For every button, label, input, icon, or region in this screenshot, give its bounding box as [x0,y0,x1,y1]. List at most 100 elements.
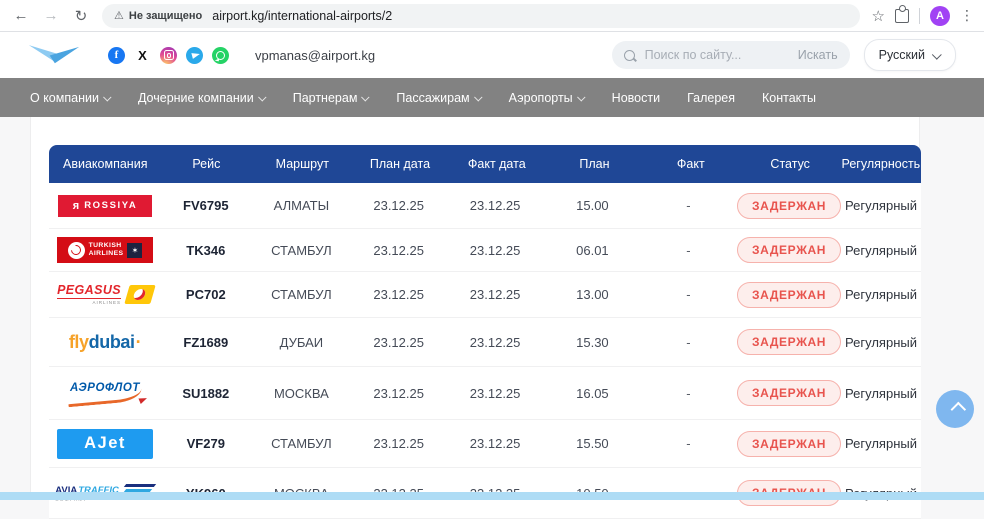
rossiya-logo: ᴙ ROSSIYA [58,195,152,217]
security-label: Не защищено [129,10,202,22]
regularity: Регулярный [841,287,921,302]
turkish-star-badge [127,243,142,258]
status-badge: ЗАДЕРЖАН [737,380,841,406]
fact-time: - [640,287,737,302]
pegasus-word: PEGASUS [57,284,121,299]
fact-date: 23.12.25 [445,243,545,258]
language-selector[interactable]: Русский [864,39,956,71]
airline-logo: АЭРОФЛОТ [49,382,161,404]
flight-number: PC702 [161,287,250,302]
main-navigation: О компании Дочерние компании Партнерам Пасс… [0,78,984,117]
nav-item-5[interactable]: Аэропорты [509,91,585,105]
route: ДУБАИ [251,335,353,350]
nav-item-4[interactable]: Пассажирам [396,91,481,105]
rossiya-mark: ᴙ [73,200,79,212]
back-icon[interactable]: ← [8,3,34,29]
search-submit-button[interactable]: Искать [790,48,838,62]
column-header-5: Факт дата [447,157,547,171]
whatsapp-icon[interactable] [212,47,229,64]
pegasus-wordmark: PEGASUSAIRLINES [57,284,121,305]
nav-item-6[interactable]: Новости [612,91,660,105]
nav-item-label: Пассажирам [396,91,469,105]
profile-avatar[interactable]: A [930,6,950,26]
plan-date: 23.12.25 [352,335,445,350]
flight-number: SU1882 [161,386,250,401]
fact-date: 23.12.25 [445,335,545,350]
airline-logo: ᴙ ROSSIYA [49,195,161,217]
turkish-text: TURKISHAIRLINES [89,242,124,258]
status-cell: ЗАДЕРЖАН [737,431,841,457]
route: СТАМБУЛ [251,287,353,302]
search-input[interactable] [643,47,790,63]
site-header: fX vpmanas@airport.kg Искать Русский [0,32,984,78]
chevron-down-icon [103,93,111,101]
pegasus-logo: PEGASUSAIRLINES [57,284,153,305]
column-header-4: План дата [353,157,446,171]
reload-icon[interactable]: ↻ [68,3,94,29]
regularity: Регулярный [841,386,921,401]
plan-time: 15.00 [545,198,640,213]
fact-date: 23.12.25 [445,287,545,302]
nav-item-3[interactable]: Партнерам [293,91,370,105]
forward-icon[interactable]: → [38,3,64,29]
nav-item-2[interactable]: Дочерние компании [138,91,266,105]
nav-item-8[interactable]: Контакты [762,91,816,105]
regularity: Регулярный [841,335,921,350]
scroll-to-top-button[interactable] [936,390,974,428]
plan-date: 23.12.25 [352,198,445,213]
nav-item-1[interactable]: О компании [30,91,111,105]
language-label: Русский [879,48,925,62]
column-header-6: План [547,157,642,171]
flight-number: VF279 [161,436,250,451]
extensions-icon[interactable] [895,9,909,23]
browser-menu-icon[interactable]: ⋮ [960,7,974,24]
contact-email-link[interactable]: vpmanas@airport.kg [255,48,375,63]
plan-time: 16.05 [545,386,640,401]
status-badge: ЗАДЕРЖАН [737,329,841,355]
plan-time: 13.00 [545,287,640,302]
ajet-logo: AJet [57,429,153,459]
address-bar[interactable]: ⚠ Не защищено airport.kg/international-a… [102,4,860,28]
aeroflot-logo: АЭРОФЛОТ [68,382,142,404]
column-header-8: Статус [740,157,841,171]
telegram-icon[interactable] [186,47,203,64]
status-cell: ЗАДЕРЖАН [737,193,841,219]
plan-time: 15.50 [545,436,640,451]
bookmark-star-icon[interactable]: ☆ [872,7,885,25]
fact-date: 23.12.25 [445,198,545,213]
airport-logo[interactable] [28,44,80,67]
footer-top-band [0,492,984,500]
nav-item-7[interactable]: Галерея [687,91,735,105]
status-cell: ЗАДЕРЖАН [737,329,841,355]
plan-date: 23.12.25 [352,436,445,451]
turkish-bird-emblem [68,242,85,259]
table-row: TURKISHAIRLINESTK346СТАМБУЛ23.12.2523.12… [49,229,921,272]
status-cell: ЗАДЕРЖАН [737,237,841,263]
table-header-row: АвиакомпанияРейсМаршрутПлан датаФакт дат… [49,145,921,183]
table-row: ᴙROSSIYAFV6795АЛМАТЫ23.12.2523.12.2515.0… [49,183,921,229]
x-icon[interactable]: X [134,47,151,64]
chevron-down-icon [361,93,369,101]
plan-time: 06.01 [545,243,640,258]
column-header-1: Авиакомпания [49,157,161,171]
instagram-icon[interactable] [160,47,177,64]
airline-logo: flydubai· [49,332,161,353]
pegasus-tail-emblem [124,285,155,304]
fact-time: - [640,243,737,258]
regularity: Регулярный [841,436,921,451]
column-header-2: Рейс [161,157,251,171]
table-body: ᴙROSSIYAFV6795АЛМАТЫ23.12.2523.12.2515.0… [49,183,921,519]
fact-time: - [640,335,737,350]
airline-logo: PEGASUSAIRLINES [49,284,161,305]
page-content: АвиакомпанияРейсМаршрутПлан датаФакт дат… [0,117,984,500]
flydubai-fly: fly [69,332,89,353]
status-badge: ЗАДЕРЖАН [737,193,841,219]
flights-table: АвиакомпанияРейсМаршрутПлан датаФакт дат… [49,145,921,519]
nav-item-label: Галерея [687,91,735,105]
rossiya-text: ROSSIYA [84,200,137,211]
fact-date: 23.12.25 [445,386,545,401]
facebook-icon[interactable]: f [108,47,125,64]
route: СТАМБУЛ [251,436,353,451]
fact-time: - [640,436,737,451]
nav-item-label: Новости [612,91,660,105]
